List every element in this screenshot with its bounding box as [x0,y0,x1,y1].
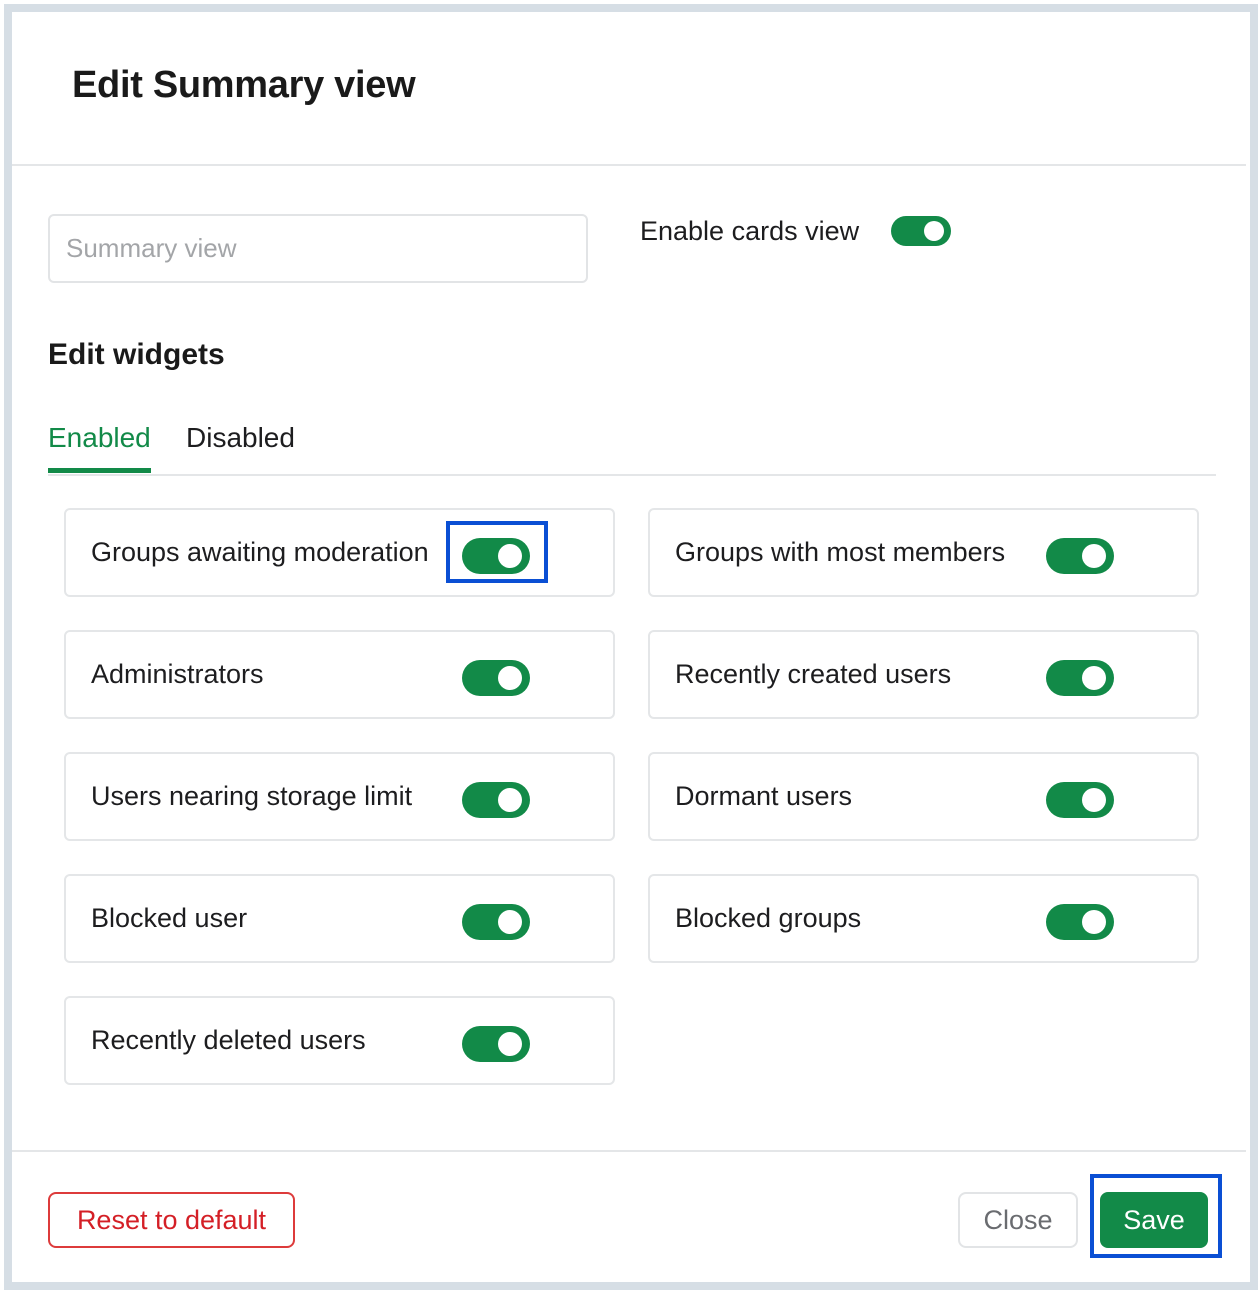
widget-tabs: Enabled Disabled [48,412,1216,476]
widget-toggle[interactable] [1046,538,1114,574]
widget-toggle[interactable] [462,660,530,696]
toggle-knob [498,544,522,568]
widget-label: Recently deleted users [91,1025,366,1055]
toggle-knob [924,221,944,241]
widget-card: Administrators [64,630,615,719]
footer-divider [12,1150,1246,1152]
dialog-header: Edit Summary view [12,12,1246,166]
toggle-knob [498,788,522,812]
widget-toggle[interactable] [1046,782,1114,818]
widget-toggle[interactable] [1046,904,1114,940]
tab-enabled[interactable]: Enabled [48,422,151,473]
widget-card: Users nearing storage limit [64,752,615,841]
widget-label: Dormant users [675,781,853,811]
widget-label: Administrators [91,659,264,689]
toggle-knob [1082,666,1106,690]
widget-label: Groups awaiting moderation [91,537,429,567]
toggle-knob [498,910,522,934]
widget-toggle[interactable] [462,538,530,574]
widget-label: Blocked user [91,903,248,933]
widget-label: Blocked groups [675,903,862,933]
toggle-knob [498,666,522,690]
toggle-knob [1082,788,1106,812]
widget-card: Recently deleted users [64,996,615,1085]
view-name-input[interactable] [48,214,588,283]
widget-toggle[interactable] [462,904,530,940]
widget-label: Groups with most members [675,537,1006,567]
dialog-title: Edit Summary view [72,64,416,106]
widget-card: Blocked user [64,874,615,963]
toggle-knob [1082,544,1106,568]
edit-widgets-heading: Edit widgets [48,338,225,371]
widget-card: Blocked groups [648,874,1199,963]
widget-card: Recently created users [648,630,1199,719]
widget-label: Recently created users [675,659,952,689]
edit-summary-dialog: Edit Summary view Enable cards view Edit… [4,4,1258,1290]
widget-card: Groups awaiting moderation [64,508,615,597]
enable-cards-view-toggle[interactable] [891,216,951,246]
tab-disabled[interactable]: Disabled [186,422,295,468]
enable-cards-view-label: Enable cards view [640,216,860,246]
widget-toggle[interactable] [462,782,530,818]
toggle-knob [498,1032,522,1056]
widget-toggle[interactable] [462,1026,530,1062]
reset-to-default-button[interactable]: Reset to default [48,1192,295,1248]
widget-card: Dormant users [648,752,1199,841]
widget-card: Groups with most members [648,508,1199,597]
toggle-knob [1082,910,1106,934]
widget-label: Users nearing storage limit [91,781,413,811]
widget-toggle[interactable] [1046,660,1114,696]
close-button[interactable]: Close [958,1192,1078,1248]
save-button[interactable]: Save [1100,1192,1208,1248]
